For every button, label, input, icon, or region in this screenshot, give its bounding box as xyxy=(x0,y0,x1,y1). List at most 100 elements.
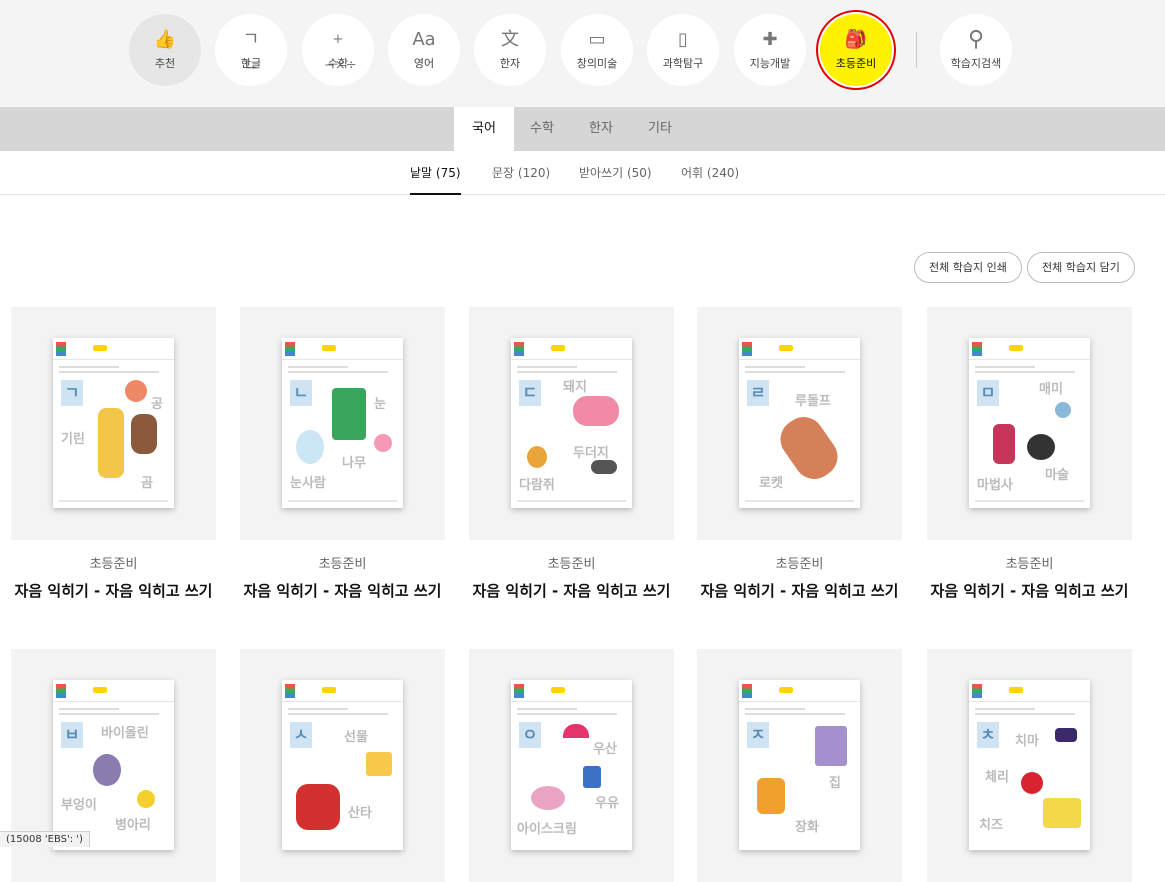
subject-tabs: 국어 수학 한자 기타 xyxy=(0,107,1165,151)
word: 나무 xyxy=(342,452,366,471)
consonant-letter: ㅇ xyxy=(519,722,541,748)
word: 매미 xyxy=(1039,378,1063,397)
card-title[interactable]: 자음 익히기 - 자음 익히고 쓰기 xyxy=(240,580,445,601)
card-title[interactable]: 자음 익히기 - 자음 익히고 쓰기 xyxy=(469,580,674,601)
worksheet-thumbnail[interactable]: ㅅ 선물 산타 xyxy=(240,649,445,882)
category-label: 추천 xyxy=(129,55,201,71)
puzzle-icon: ✚ xyxy=(756,27,784,53)
worksheet-preview: ㅅ 선물 산타 xyxy=(282,680,403,850)
category-english[interactable]: Aa 영어 xyxy=(388,14,460,86)
worksheet-preview: ㄹ 루돌프 로켓 xyxy=(739,338,860,508)
card-title[interactable]: 자음 익히기 - 자음 익히고 쓰기 xyxy=(11,580,216,601)
word: 곰 xyxy=(141,472,153,491)
category-hanja[interactable]: 文 한자 xyxy=(474,14,546,86)
ebs-logo xyxy=(742,684,752,698)
word: 마법사 xyxy=(977,474,1013,493)
category-hangul[interactable]: ㄱㄴ 한글 xyxy=(215,14,287,86)
ebs-logo xyxy=(972,684,982,698)
category-elementary-prep[interactable]: 🎒 초등준비 xyxy=(820,14,892,86)
ebs-logo xyxy=(972,342,982,356)
worksheet-preview: ㄷ 돼지 두더지 다람쥐 xyxy=(511,338,632,508)
ebs-logo xyxy=(56,684,66,698)
word: 선물 xyxy=(344,726,368,745)
word: 다람쥐 xyxy=(519,474,555,493)
category-search[interactable]: ⚲ 학습지검색 xyxy=(940,14,1012,86)
filter-sentence[interactable]: 문장 (120) xyxy=(492,151,550,195)
worksheet-thumbnail[interactable]: ㄷ 돼지 두더지 다람쥐 xyxy=(469,307,674,540)
word: 기린 xyxy=(61,428,85,447)
hangul-icon: ㄱㄴ xyxy=(237,27,265,53)
category-science[interactable]: ▯ 과학탐구 xyxy=(647,14,719,86)
word: 두더지 xyxy=(573,442,609,461)
word: 루돌프 xyxy=(795,390,831,409)
science-icon: ▯ xyxy=(669,27,697,53)
category-art[interactable]: ▭ 창의미술 xyxy=(561,14,633,86)
card-category: 초등준비 xyxy=(469,553,674,572)
category-intelligence[interactable]: ✚ 지능개발 xyxy=(734,14,806,86)
word: 돼지 xyxy=(563,376,587,395)
category-label: 영어 xyxy=(388,55,460,71)
worksheet-preview: ㅈ 집 장화 xyxy=(739,680,860,850)
word: 마술 xyxy=(1045,464,1069,483)
worksheet-thumbnail[interactable]: ㄱ 공 기린 곰 xyxy=(11,307,216,540)
worksheet-thumbnail[interactable]: ㅁ 매미 마법사 마술 xyxy=(927,307,1132,540)
tab-etc[interactable]: 기타 xyxy=(630,107,690,151)
tab-hanja[interactable]: 한자 xyxy=(571,107,631,151)
card-title[interactable]: 자음 익히기 - 자음 익히고 쓰기 xyxy=(927,580,1132,601)
ebs-logo xyxy=(285,342,295,356)
consonant-letter: ㅈ xyxy=(747,722,769,748)
category-label: 지능개발 xyxy=(734,55,806,71)
consonant-letter: ㅂ xyxy=(61,722,83,748)
consonant-letter: ㄷ xyxy=(519,380,541,406)
thumbs-up-icon: 👍 xyxy=(151,27,179,53)
worksheet-preview: ㄴ 눈 나무 눈사람 xyxy=(282,338,403,508)
card-category: 초등준비 xyxy=(11,553,216,572)
worksheet-thumbnail[interactable]: ㅇ 우산 우유 아이스크림 xyxy=(469,649,674,882)
word: 눈사람 xyxy=(290,472,326,491)
word: 부엉이 xyxy=(61,794,97,813)
ebs-logo xyxy=(514,342,524,356)
category-label: 초등준비 xyxy=(820,55,892,71)
filter-word[interactable]: 낱말 (75) xyxy=(410,151,461,195)
category-label: 창의미술 xyxy=(561,55,633,71)
backpack-icon: 🎒 xyxy=(842,27,870,53)
category-label: 과학탐구 xyxy=(647,55,719,71)
worksheet-thumbnail[interactable]: ㅈ 집 장화 xyxy=(697,649,902,882)
category-bar: 👍 추천 ㄱㄴ 한글 +−×÷ 수학 Aa 영어 文 한자 ▭ 창의미술 ▯ 과… xyxy=(0,0,1165,107)
consonant-letter: ㅁ xyxy=(977,380,999,406)
worksheet-thumbnail[interactable]: ㅊ 치마 체리 치즈 xyxy=(927,649,1132,882)
worksheet-preview: ㅇ 우산 우유 아이스크림 xyxy=(511,680,632,850)
worksheet-preview: ㅁ 매미 마법사 마술 xyxy=(969,338,1090,508)
worksheet-preview: ㄱ 공 기린 곰 xyxy=(53,338,174,508)
consonant-letter: ㅊ xyxy=(977,722,999,748)
word: 아이스크림 xyxy=(517,818,577,837)
word: 집 xyxy=(829,772,841,791)
search-icon: ⚲ xyxy=(962,27,990,53)
word: 치마 xyxy=(1015,730,1039,749)
word: 병아리 xyxy=(115,814,151,833)
category-math[interactable]: +−×÷ 수학 xyxy=(302,14,374,86)
word: 치즈 xyxy=(979,814,1003,833)
worksheet-thumbnail[interactable]: ㄹ 루돌프 로켓 xyxy=(697,307,902,540)
status-bar: (15008 'EBS': ') xyxy=(0,831,90,847)
ebs-logo xyxy=(56,342,66,356)
consonant-letter: ㄹ xyxy=(747,380,769,406)
card-title[interactable]: 자음 익히기 - 자음 익히고 쓰기 xyxy=(697,580,902,601)
ebs-logo xyxy=(742,342,752,356)
filter-dictation[interactable]: 받아쓰기 (50) xyxy=(579,151,652,195)
consonant-letter: ㅅ xyxy=(290,722,312,748)
word: 장화 xyxy=(795,816,819,835)
tab-math[interactable]: 수학 xyxy=(512,107,572,151)
filter-vocabulary[interactable]: 어휘 (240) xyxy=(681,151,739,195)
word: 산타 xyxy=(348,802,372,821)
worksheet-thumbnail[interactable]: ㄴ 눈 나무 눈사람 xyxy=(240,307,445,540)
word: 바이올린 xyxy=(101,722,149,741)
word: 로켓 xyxy=(759,472,783,491)
word: 우산 xyxy=(593,738,617,757)
save-all-button[interactable]: 전체 학습지 담기 xyxy=(1027,252,1135,283)
english-icon: Aa xyxy=(410,27,438,53)
art-icon: ▭ xyxy=(583,27,611,53)
print-all-button[interactable]: 전체 학습지 인쇄 xyxy=(914,252,1022,283)
category-recommend[interactable]: 👍 추천 xyxy=(129,14,201,86)
tab-korean[interactable]: 국어 xyxy=(454,107,514,151)
